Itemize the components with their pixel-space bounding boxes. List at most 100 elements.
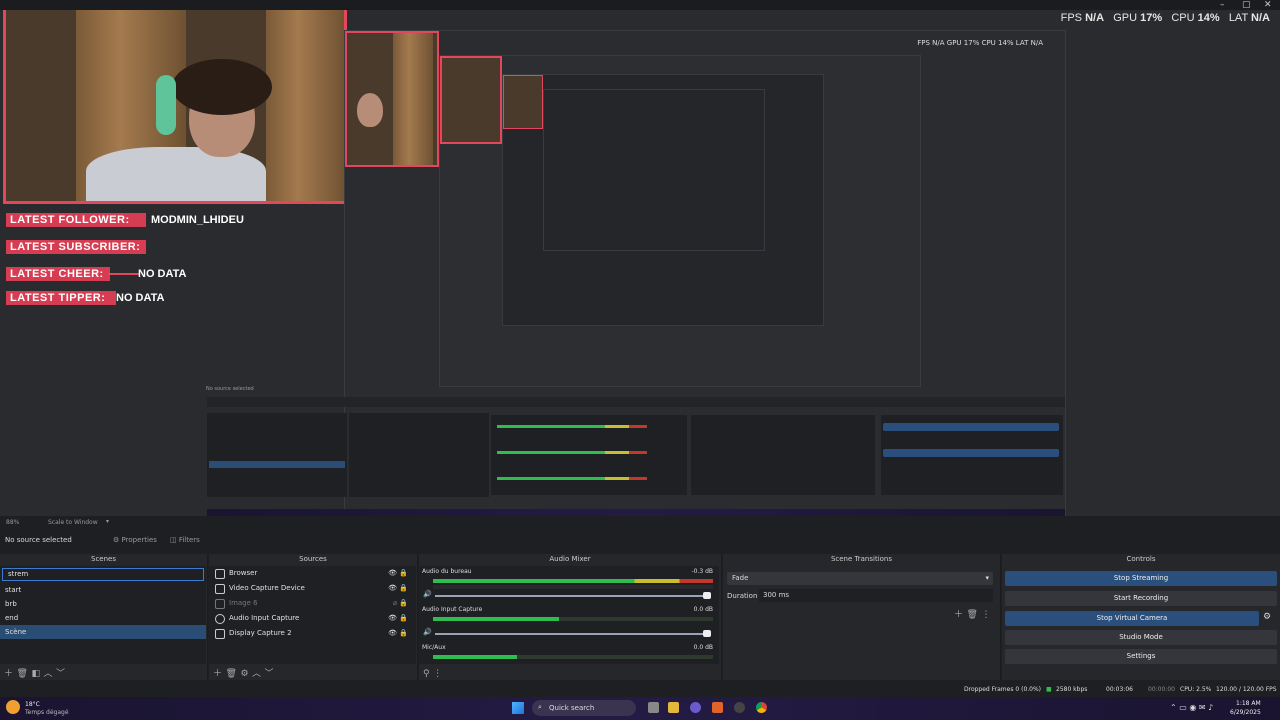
speaker-icon[interactable]: 🔊 xyxy=(423,590,432,598)
transitions-toolbar: ＋ 🗑 ⋮ xyxy=(954,607,990,620)
sources-dock: Sources Browser 👁 🔒 Video Capture Device 👁… xyxy=(209,554,418,680)
volume-slider[interactable] xyxy=(435,633,707,635)
alert-tipper-label: LATEST TIPPER: xyxy=(6,291,116,305)
chevron-down-icon[interactable]: ﹀ xyxy=(265,669,274,679)
trash-icon[interactable]: 🗑 xyxy=(967,610,978,620)
source-item[interactable]: Video Capture Device 👁 🔒 xyxy=(209,581,416,596)
properties-button[interactable]: ⚙ Properties xyxy=(113,536,157,544)
stream-time: 00:03:06 xyxy=(1106,686,1133,693)
eye-icon[interactable]: 👁 🔒 xyxy=(388,581,408,596)
clock-date[interactable]: 6/29/2025 xyxy=(1230,709,1261,716)
scene-item[interactable]: end xyxy=(0,611,206,625)
nested-webcam xyxy=(345,31,439,167)
start-recording-button[interactable]: Start Recording xyxy=(1005,591,1277,606)
scene-item-selected[interactable]: Scène xyxy=(0,625,206,639)
chevron-down-icon[interactable]: ▾ xyxy=(106,518,109,525)
scene-item[interactable]: start xyxy=(0,583,206,597)
mixer-toolbar: ⚲ ⋮ xyxy=(423,666,442,679)
brave-icon[interactable] xyxy=(712,702,723,713)
chevron-up-icon[interactable]: ︿ xyxy=(252,669,261,679)
speaker-icon[interactable]: 🔊 xyxy=(423,628,432,636)
volume-slider-handle[interactable] xyxy=(703,592,711,599)
transitions-header: Scene Transitions xyxy=(723,554,1000,565)
taskbar-search[interactable]: ⌕ Quick search xyxy=(532,700,636,716)
file-explorer-icon[interactable] xyxy=(668,702,679,713)
studio-mode-button[interactable]: Studio Mode xyxy=(1005,630,1277,645)
sources-header: Sources xyxy=(209,554,417,565)
add-icon[interactable]: ＋ xyxy=(213,669,222,679)
volume-meter xyxy=(433,579,713,583)
tray-icons[interactable]: ⌃ ▭ ◉ ✉ ♪ xyxy=(1170,703,1213,712)
weather-icon[interactable] xyxy=(6,700,20,714)
obs-icon[interactable] xyxy=(734,702,745,713)
minimize-icon[interactable]: – xyxy=(1220,0,1225,10)
duration-input[interactable]: 300 ms xyxy=(759,589,993,602)
gear-icon[interactable]: ⚙ xyxy=(1263,612,1271,622)
settings-button[interactable]: Settings xyxy=(1005,649,1277,664)
volume-slider-handle[interactable] xyxy=(703,630,711,637)
close-icon[interactable]: ✕ xyxy=(1264,0,1272,10)
source-item[interactable]: Image 6 ⌀ 🔒 xyxy=(209,596,416,611)
cpu-usage: CPU: 2.5% xyxy=(1180,686,1212,693)
add-icon[interactable]: ＋ xyxy=(4,669,13,679)
alert-subscriber-label: LATEST SUBSCRIBER: xyxy=(6,240,146,254)
zoom-level[interactable]: 88% xyxy=(6,519,19,526)
discord-icon[interactable] xyxy=(690,702,701,713)
meter-scale xyxy=(433,585,713,589)
link-icon[interactable]: ⚲ xyxy=(423,669,430,679)
image-icon xyxy=(215,598,225,609)
mixer-channel-name: Mic/Aux xyxy=(422,644,446,651)
menu-dots-icon[interactable]: ⋮ xyxy=(433,669,442,679)
windows-taskbar xyxy=(0,697,1280,720)
scenes-list: strem start brb end Scène xyxy=(0,566,206,664)
stop-streaming-button[interactable]: Stop Streaming xyxy=(1005,571,1277,586)
eye-icon[interactable]: 👁 🔒 xyxy=(388,611,408,626)
eye-icon[interactable]: 👁 🔒 xyxy=(388,566,408,581)
weather-temp: 18°C xyxy=(25,701,40,708)
filter-icon[interactable]: ◧ xyxy=(31,669,40,679)
trash-icon[interactable]: 🗑 xyxy=(17,669,28,679)
webcam-feed xyxy=(3,10,347,204)
volume-slider[interactable] xyxy=(435,595,707,597)
windows-start-icon[interactable] xyxy=(512,702,524,714)
controls-header: Controls xyxy=(1002,554,1280,565)
gear-icon[interactable]: ⚙ xyxy=(240,669,248,679)
mixer-channel-db: 0.0 dB xyxy=(693,606,713,613)
microphone-icon xyxy=(215,613,225,624)
maximize-icon[interactable]: ▢ xyxy=(1242,0,1251,10)
chrome-icon[interactable] xyxy=(756,702,767,713)
transition-select[interactable]: Fade ▾ xyxy=(727,572,993,585)
mixer-channel-db: -0.3 dB xyxy=(691,568,713,575)
scene-transitions-dock: Scene Transitions Fade ▾ Duration 300 ms… xyxy=(723,554,1001,680)
source-item[interactable]: Audio Input Capture 👁 🔒 xyxy=(209,611,416,626)
preview-canvas[interactable]: FPS N/A GPU 17% CPU 14% LAT N/A LATEST F… xyxy=(0,10,1280,516)
chevron-up-icon[interactable]: ︿ xyxy=(43,669,52,679)
bitrate: 2580 kbps xyxy=(1056,686,1088,693)
weather-desc: Temps dégagé xyxy=(25,709,69,716)
eye-hidden-icon[interactable]: ⌀ 🔒 xyxy=(393,596,408,611)
controls-dock: Controls Stop Streaming Start Recording … xyxy=(1002,554,1280,680)
scene-item[interactable]: brb xyxy=(0,597,206,611)
trash-icon[interactable]: 🗑 xyxy=(226,669,237,679)
status-bar: Dropped Frames 0 (0.0%) ■ 2580 kbps 00:0… xyxy=(0,683,1280,695)
filters-button[interactable]: ◫ Filters xyxy=(170,536,200,544)
browser-icon xyxy=(215,568,225,579)
sources-toolbar: ＋ 🗑 ⚙ ︿ ﹀ xyxy=(213,666,274,679)
stop-virtual-camera-button[interactable]: Stop Virtual Camera xyxy=(1005,611,1259,626)
mixer-channel-name: Audio Input Capture xyxy=(422,606,483,613)
sources-list: Browser 👁 🔒 Video Capture Device 👁 🔒 Image… xyxy=(209,566,416,664)
volume-meter xyxy=(433,617,713,621)
zoom-bar: 88% Scale to Window ▾ xyxy=(0,516,1280,528)
source-item[interactable]: Browser 👁 🔒 xyxy=(209,566,416,581)
duration-label: Duration xyxy=(727,592,758,600)
task-view-icon[interactable] xyxy=(648,702,659,713)
source-item[interactable]: Display Capture 2 👁 🔒 xyxy=(209,626,416,641)
clock-time[interactable]: 1:18 AM xyxy=(1236,700,1261,707)
scale-mode[interactable]: Scale to Window xyxy=(48,519,98,526)
add-icon[interactable]: ＋ xyxy=(954,610,963,620)
volume-meter xyxy=(433,655,713,659)
menu-dots-icon[interactable]: ⋮ xyxy=(981,610,990,620)
scene-item[interactable]: strem xyxy=(2,568,204,581)
eye-icon[interactable]: 👁 🔒 xyxy=(388,626,408,641)
chevron-down-icon[interactable]: ﹀ xyxy=(56,669,65,679)
